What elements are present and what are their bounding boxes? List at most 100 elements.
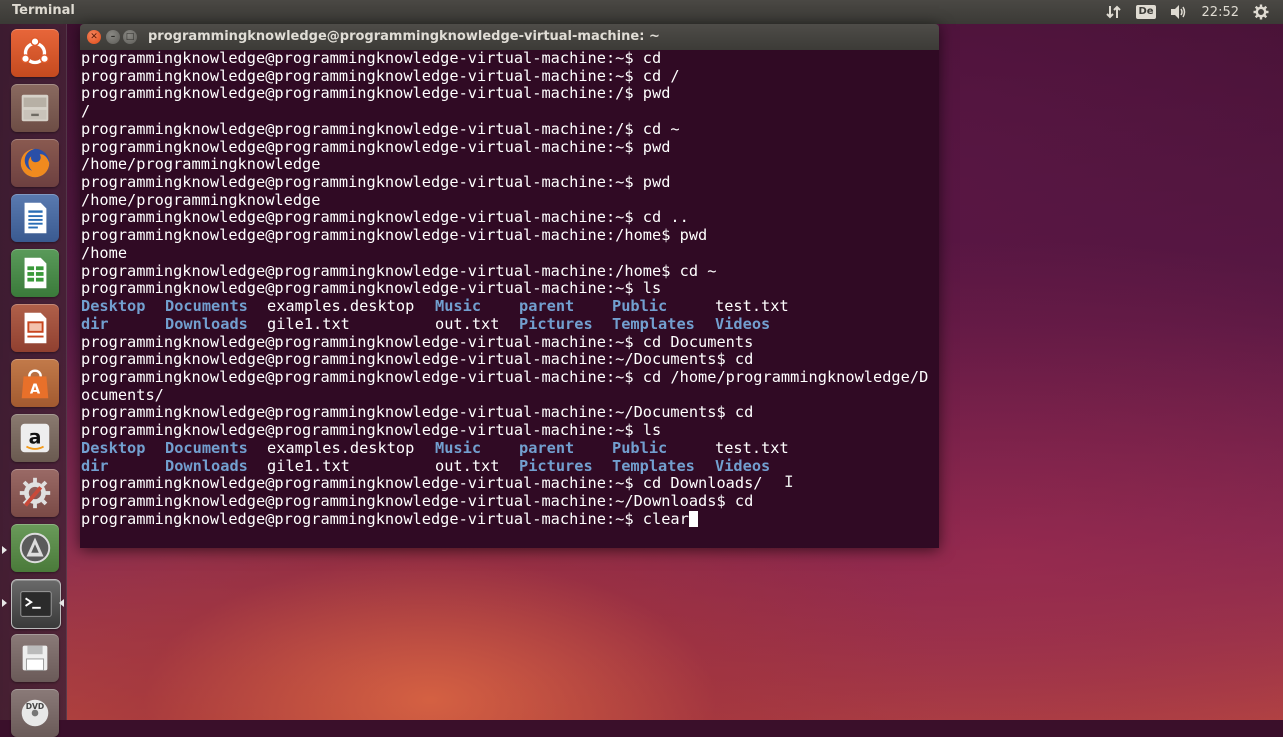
terminal-line: programmingknowledge@programmingknowledg… — [81, 403, 754, 422]
dvd-icon: DVD — [21, 699, 49, 727]
ls-file-entry: gile1.txt — [267, 456, 350, 475]
updater-icon — [19, 532, 51, 564]
floppy-disk-icon — [22, 645, 48, 671]
launcher-updater-button[interactable] — [11, 524, 59, 572]
indicator-area: De 22:52 — [1106, 0, 1283, 24]
command-input[interactable]: clear — [643, 510, 689, 528]
active-app-title: Terminal — [12, 3, 75, 18]
terminal-window: ✕ – □ programmingknowledge@programmingkn… — [80, 24, 939, 548]
ls-directory-entry: dir — [81, 456, 109, 475]
terminal-line: programmingknowledge@programmingknowledg… — [81, 332, 754, 351]
terminal-line: /home — [81, 243, 128, 262]
settings-gear-icon[interactable] — [1253, 4, 1269, 20]
ls-file-entry: examples.desktop — [267, 438, 415, 457]
launcher-amazon-button[interactable]: a — [11, 414, 59, 462]
libreoffice-impress-icon — [24, 312, 47, 344]
volume-icon[interactable] — [1170, 4, 1188, 20]
terminal-line: programmingknowledge@programmingknowledg… — [81, 350, 754, 369]
terminal-line: programmingknowledge@programmingknowledg… — [81, 208, 689, 227]
terminal-line: programmingknowledge@programmingknowledg… — [81, 50, 662, 67]
terminal-line: programmingknowledge@programmingknowledg… — [81, 474, 763, 493]
launcher-floppy-button[interactable] — [11, 634, 59, 682]
launcher-dvd-button[interactable]: DVD — [11, 689, 59, 737]
launcher-firefox-button[interactable] — [11, 139, 59, 187]
launcher: A a DVD — [0, 24, 67, 737]
file-cabinet-icon — [21, 94, 49, 122]
launcher-writer-button[interactable] — [11, 194, 59, 242]
terminal-line: programmingknowledge@programmingknowledg… — [81, 137, 671, 156]
ls-directory-entry: Documents — [165, 297, 248, 316]
ls-directory-entry: Downloads — [165, 456, 248, 475]
launcher-software-center-button[interactable]: A — [11, 359, 59, 407]
ls-output-row: dir Downloads gile1.txt out.txt Pictures Temp… — [81, 456, 928, 476]
amazon-icon: a — [20, 423, 50, 453]
ls-directory-entry: Documents — [165, 438, 248, 457]
ls-directory-entry: Public — [612, 438, 668, 457]
ls-output-row: dir Downloads gile1.txt out.txt Pictures Temp… — [81, 314, 928, 334]
keyboard-layout-icon[interactable]: De — [1136, 5, 1156, 19]
ls-directory-entry: parent — [519, 297, 575, 316]
ls-directory-entry: Public — [612, 297, 668, 316]
terminal-line: /home/programmingknowledge — [81, 190, 321, 209]
terminal-line: programmingknowledge@programmingknowledg… — [81, 173, 671, 192]
shell-prompt: programmingknowledge@programmingknowledg… — [81, 509, 643, 528]
close-icon: ✕ — [90, 32, 98, 42]
ls-directory-entry: Downloads — [165, 314, 248, 333]
ls-file-entry: test.txt — [715, 438, 789, 457]
text-cursor — [688, 510, 698, 527]
minimize-icon: – — [110, 32, 116, 42]
ubuntu-logo-icon — [20, 37, 50, 65]
launcher-running-indicator — [2, 546, 7, 554]
terminal-line: programmingknowledge@programmingknowledg… — [81, 119, 680, 138]
svg-text:DVD: DVD — [26, 702, 44, 711]
launcher-calc-button[interactable] — [11, 249, 59, 297]
ls-directory-entry: Music — [435, 297, 482, 316]
libreoffice-calc-icon — [24, 257, 47, 289]
keyboard-layout-label: De — [1136, 5, 1156, 19]
top-panel: Terminal De 22:52 — [0, 0, 1283, 24]
terminal-line: programmingknowledge@programmingknowledg… — [81, 421, 662, 440]
maximize-icon: □ — [125, 32, 135, 42]
ls-directory-entry: Templates — [612, 314, 695, 333]
ls-file-entry: out.txt — [435, 456, 500, 475]
window-title: programmingknowledge@programmingknowledg… — [148, 29, 660, 44]
firefox-icon — [20, 148, 50, 178]
terminal-output[interactable]: programmingknowledge@programmingknowledg… — [80, 50, 939, 548]
terminal-line: ocuments/ — [81, 385, 164, 404]
ls-directory-entry: parent — [519, 438, 575, 457]
svg-text:A: A — [30, 382, 41, 397]
ls-file-entry: gile1.txt — [267, 314, 350, 333]
launcher-running-indicator — [2, 599, 7, 607]
ls-directory-entry: Pictures — [519, 456, 593, 475]
current-prompt-line[interactable]: programmingknowledge@programmingknowledg… — [81, 509, 928, 529]
ls-directory-entry: Videos — [715, 314, 771, 333]
terminal-icon — [20, 591, 52, 617]
clock[interactable]: 22:52 — [1202, 5, 1239, 20]
launcher-impress-button[interactable] — [11, 304, 59, 352]
maximize-button[interactable]: □ — [123, 30, 137, 44]
terminal-titlebar[interactable]: ✕ – □ programmingknowledge@programmingkn… — [80, 24, 939, 50]
launcher-terminal-button[interactable] — [11, 579, 61, 629]
launcher-focused-indicator — [59, 599, 64, 607]
terminal-text-area[interactable]: programmingknowledge@programmingknowledg… — [81, 50, 928, 528]
ls-file-entry: out.txt — [435, 314, 500, 333]
terminal-line: programmingknowledge@programmingknowledg… — [81, 279, 662, 298]
shopping-bag-icon: A — [21, 369, 49, 399]
network-transfer-icon[interactable] — [1106, 4, 1122, 20]
launcher-settings-button[interactable] — [11, 469, 59, 517]
close-button[interactable]: ✕ — [87, 30, 101, 44]
ls-output-row: Desktop Documents examples.desktop Music par… — [81, 438, 928, 458]
minimize-button[interactable]: – — [106, 30, 120, 44]
terminal-line: programmingknowledge@programmingknowledg… — [81, 84, 671, 103]
terminal-line: programmingknowledge@programmingknowledg… — [81, 226, 708, 245]
terminal-line: / — [81, 102, 91, 121]
terminal-line: programmingknowledge@programmingknowledg… — [81, 66, 680, 85]
launcher-files-button[interactable] — [11, 84, 59, 132]
terminal-line: /home/programmingknowledge — [81, 155, 321, 174]
terminal-line: programmingknowledge@programmingknowledg… — [81, 491, 754, 510]
ls-output-row: Desktop Documents examples.desktop Music par… — [81, 297, 928, 316]
launcher-dash-button[interactable] — [11, 29, 59, 77]
ls-directory-entry: Videos — [715, 456, 771, 475]
mouse-ibeam-cursor-icon: I — [784, 472, 794, 491]
ls-file-entry: test.txt — [715, 297, 789, 316]
